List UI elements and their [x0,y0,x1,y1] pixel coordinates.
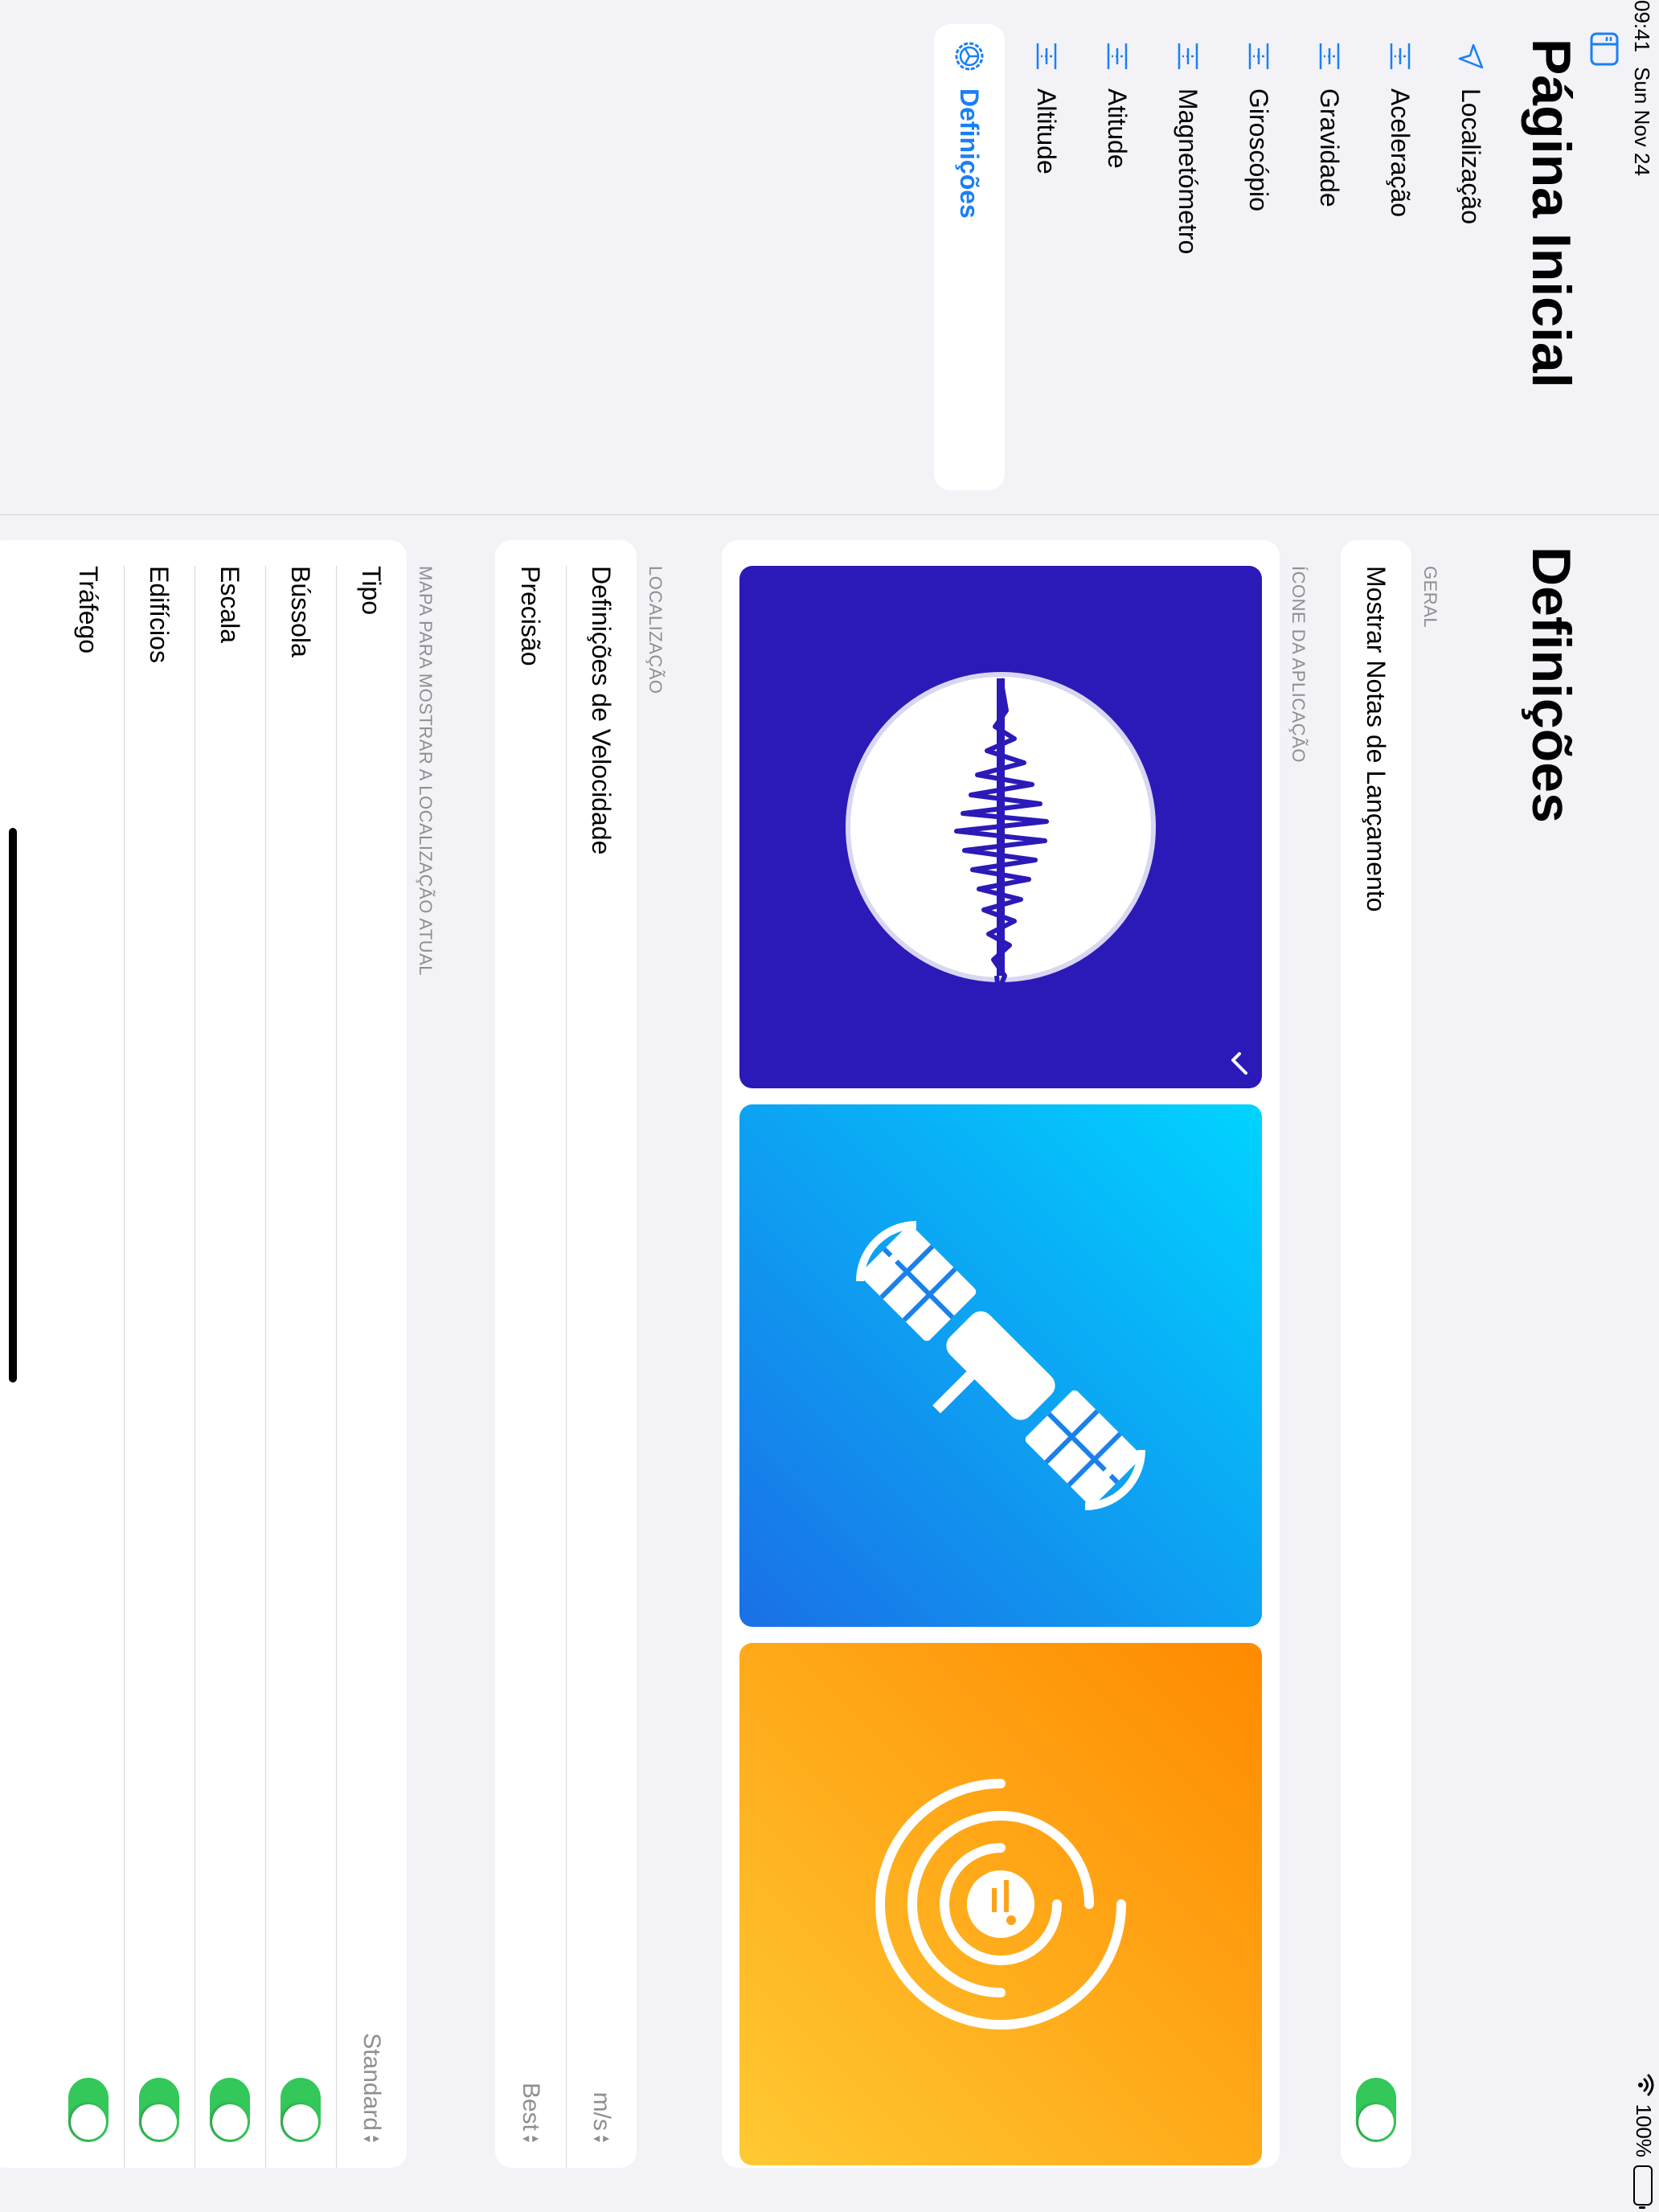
sidebar-nav: Localização Aceleração Gravidade Giroscó… [934,24,1506,490]
battery-icon [1633,2165,1653,2206]
page-title: Definições [1521,547,1582,823]
compass-label: Bússola [286,566,316,657]
sidebar-item-label: Localização [1456,88,1486,224]
chevron-up-down-icon: ▴ ▾ [590,2135,613,2142]
speed-unit-select[interactable]: m/s ▴ ▾ [588,2092,615,2142]
app-icon-card [722,540,1280,2168]
traffic-row: Tráfego [53,540,124,2168]
sidebar-toggle-button[interactable] [1586,32,1619,66]
buildings-label: Edifícios [145,566,174,663]
sidebar-item-label: Aceleração [1386,88,1415,218]
sidebar-toggle-icon [1587,32,1619,66]
general-card: Mostrar Notas de Lançamento [1341,540,1411,2168]
buildings-row: Edifícios [124,540,195,2168]
release-notes-toggle[interactable] [1356,2078,1396,2142]
sidebar-item-label: Definições [955,88,985,219]
sensor-icon [1384,40,1416,72]
split-divider [0,514,1659,515]
sidebar-item-label: Altitude [1032,88,1062,174]
sidebar-item-altitude[interactable]: Altitude [1011,24,1082,490]
sensor-icon [1172,40,1204,72]
sidebar-item-label: Gravidade [1315,88,1345,207]
home-indicator[interactable] [9,828,17,1382]
speed-settings-row[interactable]: Definições de Velocidade m/s ▴ ▾ [566,540,637,2168]
sidebar-item-magnetometro[interactable]: Magnetómetro [1153,24,1223,490]
battery-percent: 100% [1632,2103,1656,2158]
sidebar: Página Inicial Localização Aceleração Gr… [0,0,1659,514]
sidebar-item-definicoes[interactable]: Definições [934,24,1005,490]
map-type-label: Tipo [357,566,387,616]
accuracy-value: Best [518,2082,544,2131]
sensor-icon [1243,40,1275,72]
status-bar-right: 100% [1631,2074,1656,2206]
location-card: Definições de Velocidade m/s ▴ ▾ Precisão… [495,540,637,2168]
scale-label: Escala [215,566,245,644]
speed-settings-label: Definições de Velocidade [587,566,616,855]
compass-toggle[interactable] [281,2078,321,2142]
traffic-toggle[interactable] [68,2078,109,2142]
wifi-icon [1631,2074,1656,2096]
sensor-icon [1030,40,1063,72]
accuracy-select[interactable]: Best ▴ ▾ [517,2083,544,2142]
location-arrow-icon [1455,40,1487,72]
sensor-icon [1313,40,1346,72]
sidebar-item-label: Magnetómetro [1174,88,1203,255]
chevron-up-down-icon: ▴ ▾ [360,2135,383,2142]
accuracy-row[interactable]: Precisão Best ▴ ▾ [495,540,566,2168]
sidebar-item-label: Atitude [1103,88,1133,169]
sidebar-item-atitude[interactable]: Atitude [1082,24,1153,490]
app-icon-option-waveform[interactable] [739,566,1262,1088]
map-type-row[interactable]: Tipo Standard ▴ ▾ [336,540,407,2168]
buildings-toggle[interactable] [139,2078,179,2142]
sidebar-item-giroscopio[interactable]: Giroscópio [1223,24,1294,490]
app-icon-option-satellite[interactable] [739,1104,1262,1627]
accuracy-label: Precisão [516,566,546,666]
section-header-map: MAPA PARA MOSTRAR A LOCALIZAÇÃO ATUAL [416,566,436,976]
compass-row: Bússola [265,540,336,2168]
screen: 09:41Sun Nov 24 100% Página Inicial Loca… [0,0,1659,2212]
sidebar-item-aceleracao[interactable]: Aceleração [1365,24,1436,490]
satellite-icon [739,1104,1145,1627]
app-icon-option-radar[interactable] [739,1643,1262,2165]
map-type-value: Standard [358,2033,385,2131]
radar-planet-icon [739,1643,1126,2165]
section-header-location: LOCALIZAÇÃO [645,566,666,694]
waveform-globe-icon [739,566,1156,1088]
sensor-icon [1101,40,1133,72]
section-header-app-icon: ÍCONE DA APLICAÇÃO [1288,566,1309,763]
gear-icon [953,40,985,72]
speed-unit-value: m/s [588,2091,615,2131]
sidebar-item-label: Giroscópio [1244,88,1274,211]
scale-row: Escala [195,540,265,2168]
traffic-label: Tráfego [74,566,104,654]
map-type-select[interactable]: Standard ▴ ▾ [358,2033,385,2142]
chevron-up-down-icon: ▴ ▾ [519,2135,543,2142]
scale-toggle[interactable] [210,2078,250,2142]
map-card: Tipo Standard ▴ ▾ Bússola Escala Edifício… [0,540,407,2168]
selected-check-icon [1226,1051,1249,1075]
sidebar-item-gravidade[interactable]: Gravidade [1294,24,1365,490]
sidebar-item-localizacao[interactable]: Localização [1436,24,1506,490]
release-notes-row: Mostrar Notas de Lançamento [1341,540,1411,2168]
section-header-general: GERAL [1420,566,1440,629]
release-notes-label: Mostrar Notas de Lançamento [1362,566,1391,912]
sidebar-title: Página Inicial [1521,39,1582,388]
